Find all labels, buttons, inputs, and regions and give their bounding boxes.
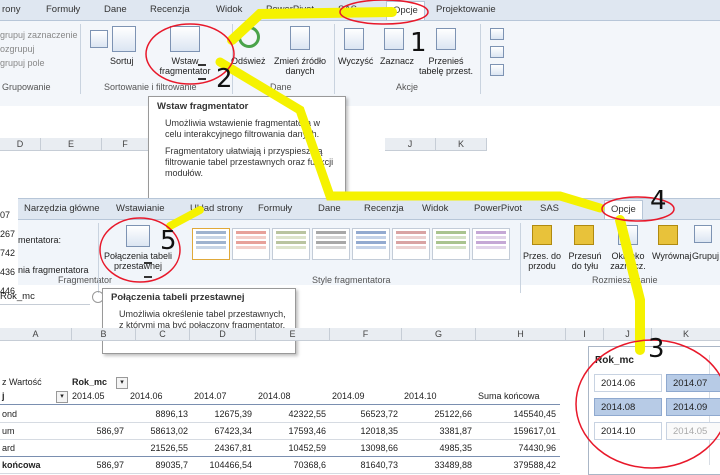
yellow-arrows [166, 7, 645, 355]
annotation-number: 2 [216, 64, 233, 94]
hourglass-cursor-icon [198, 64, 206, 80]
hourglass-cursor-icon [144, 262, 152, 278]
annotation-number: 4 [650, 186, 667, 216]
annotation-number: 1 [410, 28, 427, 58]
row-separator [0, 473, 560, 474]
annotation-number: 3 [648, 334, 665, 364]
annotation-overlay [99, 0, 720, 469]
annotation-number: 5 [160, 226, 177, 256]
